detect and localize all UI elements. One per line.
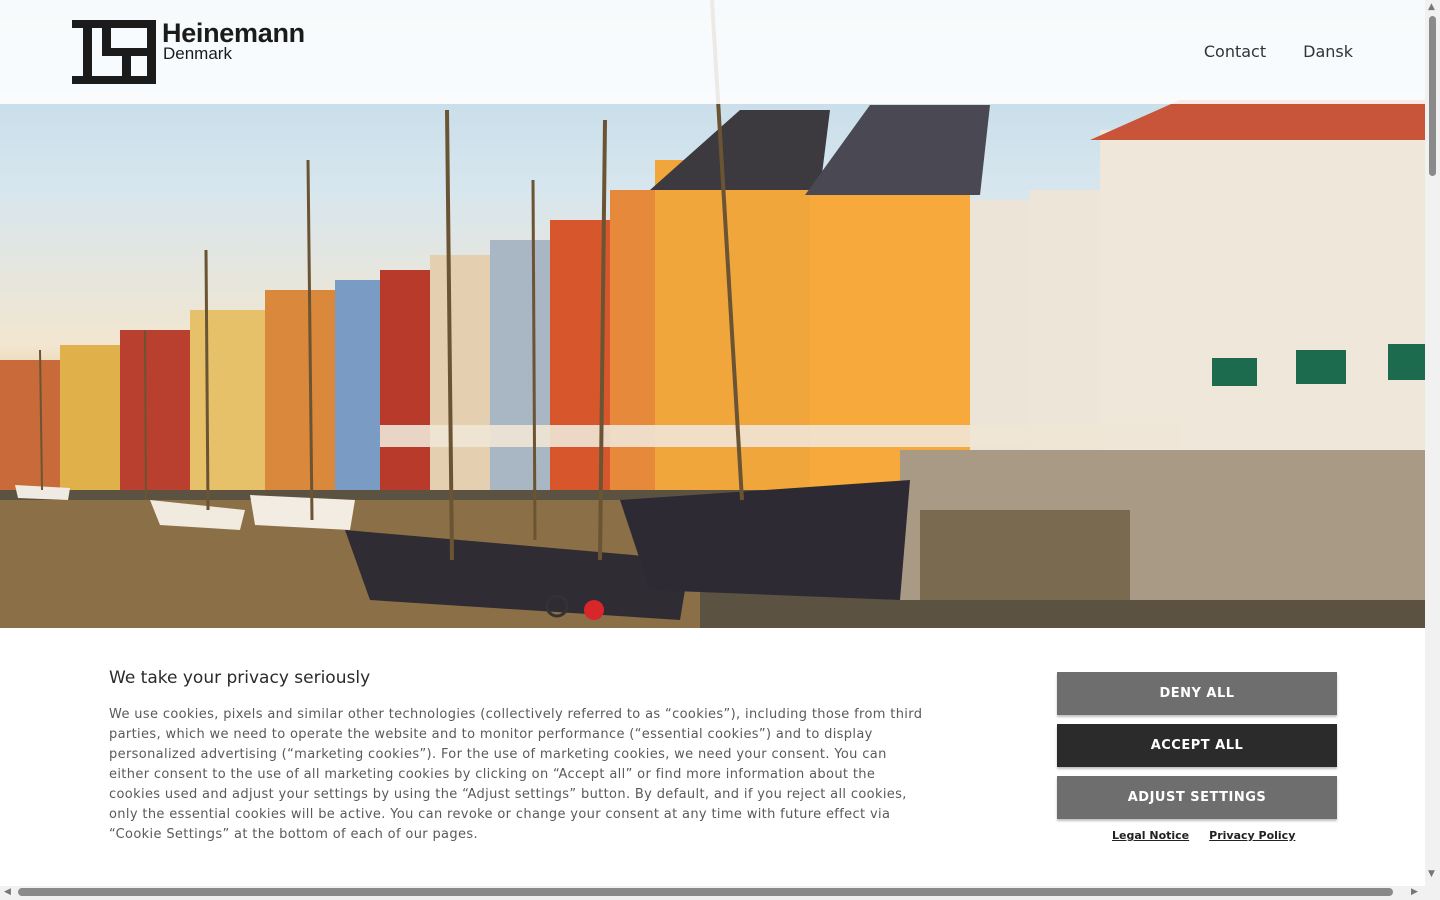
scrollbar-corner (1425, 886, 1440, 900)
privacy-policy-link[interactable]: Privacy Policy (1209, 829, 1295, 842)
nav-language-link[interactable]: Dansk (1303, 42, 1353, 61)
heinemann-logo-mark-icon (72, 20, 156, 84)
nav-contact-link[interactable]: Contact (1204, 42, 1266, 61)
cookie-banner: We take your privacy seriously We use co… (0, 628, 1425, 886)
deny-all-button[interactable]: DENY ALL (1057, 672, 1337, 715)
legal-notice-link[interactable]: Legal Notice (1112, 829, 1189, 842)
vertical-scrollbar[interactable]: ▲ ▼ (1425, 0, 1440, 886)
scroll-up-icon[interactable]: ▲ (1428, 3, 1435, 12)
cookie-links: Legal Notice Privacy Policy (1112, 829, 1295, 842)
adjust-settings-button[interactable]: ADJUST SETTINGS (1057, 776, 1337, 819)
scroll-down-icon[interactable]: ▼ (1428, 870, 1435, 879)
scroll-right-icon[interactable]: ▶ (1411, 888, 1418, 897)
accept-all-button[interactable]: ACCEPT ALL (1057, 724, 1337, 767)
cookie-title: We take your privacy seriously (109, 668, 371, 688)
vertical-scroll-thumb[interactable] (1429, 16, 1436, 176)
top-nav: Contact Dansk (1204, 42, 1353, 61)
logo-subtitle: Denmark (163, 44, 232, 63)
horizontal-scrollbar[interactable]: ◀ ▶ (0, 886, 1425, 900)
scroll-left-icon[interactable]: ◀ (4, 888, 11, 897)
cookie-description: We use cookies, pixels and similar other… (109, 707, 923, 842)
site-header: Heinemann Denmark Contact Dansk (0, 0, 1425, 104)
heinemann-logo[interactable]: Heinemann Denmark (72, 18, 312, 86)
horizontal-scroll-thumb[interactable] (18, 888, 1393, 896)
